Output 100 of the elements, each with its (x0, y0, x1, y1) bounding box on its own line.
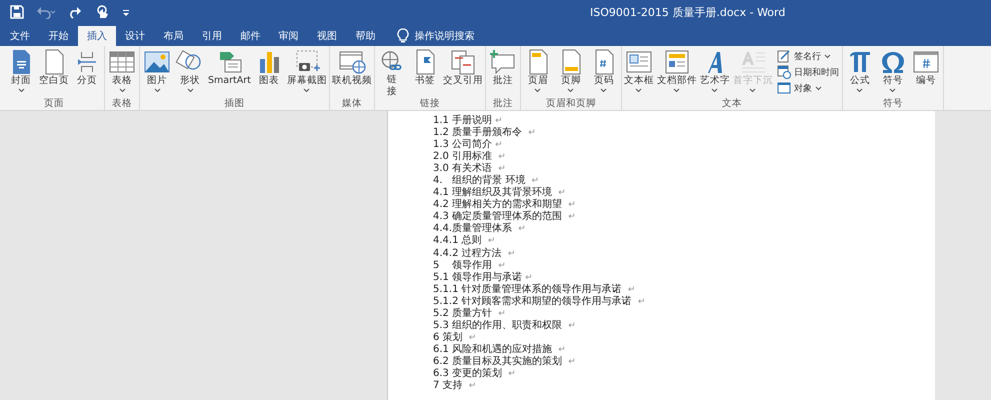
paragraph-mark: ↵ (498, 164, 506, 174)
ribbon-button[interactable]: 页脚 (554, 49, 587, 98)
ribbon-button[interactable]: 符号 (876, 49, 909, 98)
paragraph-mark: ↵ (528, 128, 536, 138)
ribbon-tab[interactable]: 开始 (39, 26, 78, 46)
paragraph-mark: ↵ (568, 200, 576, 210)
redo-icon[interactable] (68, 5, 82, 19)
chevron-down-icon (673, 88, 680, 93)
ribbon-tab[interactable]: 邮件 (231, 26, 270, 46)
ribbon-button[interactable]: 艺术字 (698, 49, 731, 98)
paragraph-mark: ↵ (568, 320, 576, 331)
paragraph-mark: ↵ (568, 356, 576, 367)
image-icon (142, 49, 172, 75)
group-label: 插图 (224, 98, 244, 110)
ribbon-tab[interactable]: 引用 (192, 26, 232, 46)
ribbon-button[interactable]: 联机视频 (330, 49, 373, 98)
ribbon-button[interactable]: 文档部件 (656, 49, 698, 98)
paragraph-mark: ↵ (468, 332, 476, 343)
button-label: 书签 (414, 75, 435, 87)
chevron-down-icon (303, 88, 310, 93)
table-icon (107, 49, 137, 75)
group-label: 链接 (420, 98, 440, 110)
group-label: 批注 (492, 98, 513, 110)
button-label: 表格 (112, 75, 132, 87)
ribbon-small-button[interactable]: 对象 (776, 81, 839, 95)
chevron-down-icon (824, 54, 831, 58)
signature-icon (776, 49, 791, 63)
paragraph-mark: ↵ (518, 224, 526, 234)
ribbon-tab[interactable]: 插入 (78, 26, 116, 46)
document-line: 6.1 风险和机遇的应对措施 (433, 344, 554, 355)
button-label: 分页 (77, 75, 97, 87)
ribbon-button[interactable]: 编号 (910, 49, 942, 98)
button-label: 空白页 (39, 75, 69, 87)
document-line: 4.2 理解相关方的需求和期望 (433, 199, 564, 210)
paragraph-mark: ↵ (558, 188, 566, 198)
ribbon-button[interactable]: 表格 (106, 49, 138, 98)
button-label: 图片 (147, 75, 167, 87)
ribbon-button[interactable]: 批注 (486, 49, 519, 98)
button-label: SmartArt (208, 75, 251, 87)
paragraph-mark: ↵ (558, 344, 566, 355)
paragraph-mark: ↵ (531, 176, 539, 186)
window-title: ISO9001-2015 质量手册.docx - Word (590, 5, 786, 20)
calendar-icon (776, 65, 791, 79)
button-label: 交叉引用 (442, 75, 483, 87)
paragraph-mark: ↵ (508, 368, 516, 379)
ribbon-button[interactable]: 交叉引用 (442, 49, 484, 98)
ribbon-button[interactable]: 空白页 (38, 49, 70, 98)
ribbon-small-button[interactable]: 签名行 (776, 49, 839, 63)
ribbon-tab[interactable]: 审阅 (269, 26, 308, 46)
ribbon-button[interactable]: 页眉 (522, 49, 554, 98)
ribbon-button[interactable]: 文本框 (622, 49, 655, 98)
tell-me-search-field[interactable]: 操作说明搜索 (414, 30, 505, 42)
ribbon-button[interactable]: 封面 (5, 49, 37, 98)
ribbon-button[interactable]: 形状 (174, 49, 206, 98)
ribbon-small-button[interactable]: 日期和时间 (776, 65, 839, 79)
ribbon-button[interactable]: 图表 (252, 49, 285, 98)
button-label: 文档部件 (656, 75, 697, 87)
ribbon-tab[interactable]: 设计 (116, 26, 154, 46)
document-line: 1.3 公司简介 (433, 139, 492, 150)
button-label: 公式 (850, 75, 870, 87)
ribbon-button[interactable]: 屏幕截图 (286, 49, 328, 98)
ribbon-button[interactable]: 图片 (141, 49, 173, 98)
document-line: 5.1.2 针对顾客需求和期望的领导作用与承诺 (433, 296, 633, 307)
ribbon-tab[interactable]: 文件 (0, 26, 40, 46)
document-line: 4. 组织的背景 环境 (433, 175, 526, 186)
ribbon-button[interactable]: 书签 (408, 49, 441, 98)
ribbon-button[interactable]: 公式 (844, 49, 876, 98)
ribbon-button[interactable]: 分页 (71, 49, 103, 98)
button-label: 批注 (492, 75, 513, 87)
document-line: 6 策划 (433, 332, 464, 343)
chevron-down-icon (534, 88, 542, 93)
save-icon[interactable] (10, 5, 24, 19)
button-label: 封面 (11, 75, 31, 87)
ribbon-tab[interactable]: 帮助 (346, 26, 385, 46)
ribbon-button[interactable]: 页码 (588, 49, 620, 98)
document-line: 7 支持 (433, 380, 464, 392)
paragraph-mark: ↵ (525, 272, 533, 283)
document-line: 5.3 组织的作用、职责和权限 (433, 320, 564, 331)
paragraph-mark: ↵ (498, 308, 506, 319)
paragraph-mark: ↵ (568, 212, 576, 222)
ribbon-button[interactable]: SmartArt (207, 49, 252, 98)
paragraph-mark: ↵ (498, 152, 506, 162)
ribbon-tab[interactable]: 视图 (308, 26, 346, 46)
document-line: 4.4.1 总则 (433, 235, 483, 246)
chevron-down-icon (118, 88, 126, 93)
ribbon-button[interactable]: 链接 (376, 49, 408, 98)
paragraph-mark: ↵ (628, 284, 636, 295)
chevron-down-icon (567, 88, 574, 93)
document-line: 5.1.1 针对质量管理体系的领导作用与承诺 (433, 284, 623, 295)
chevron-down-icon (711, 88, 718, 93)
text-box-icon (624, 49, 654, 75)
ribbon-tab[interactable]: 布局 (154, 26, 193, 46)
paragraph-mark: ↵ (638, 296, 646, 307)
button-label: 艺术字 (700, 75, 730, 87)
chevron-down-icon (18, 88, 24, 93)
paragraph-mark: ↵ (468, 381, 476, 392)
group-label: 媒体 (342, 98, 362, 110)
chevron-down-icon (856, 88, 864, 93)
chevron-down-icon (814, 86, 822, 90)
group-label: 页眉和页脚 (546, 98, 596, 110)
